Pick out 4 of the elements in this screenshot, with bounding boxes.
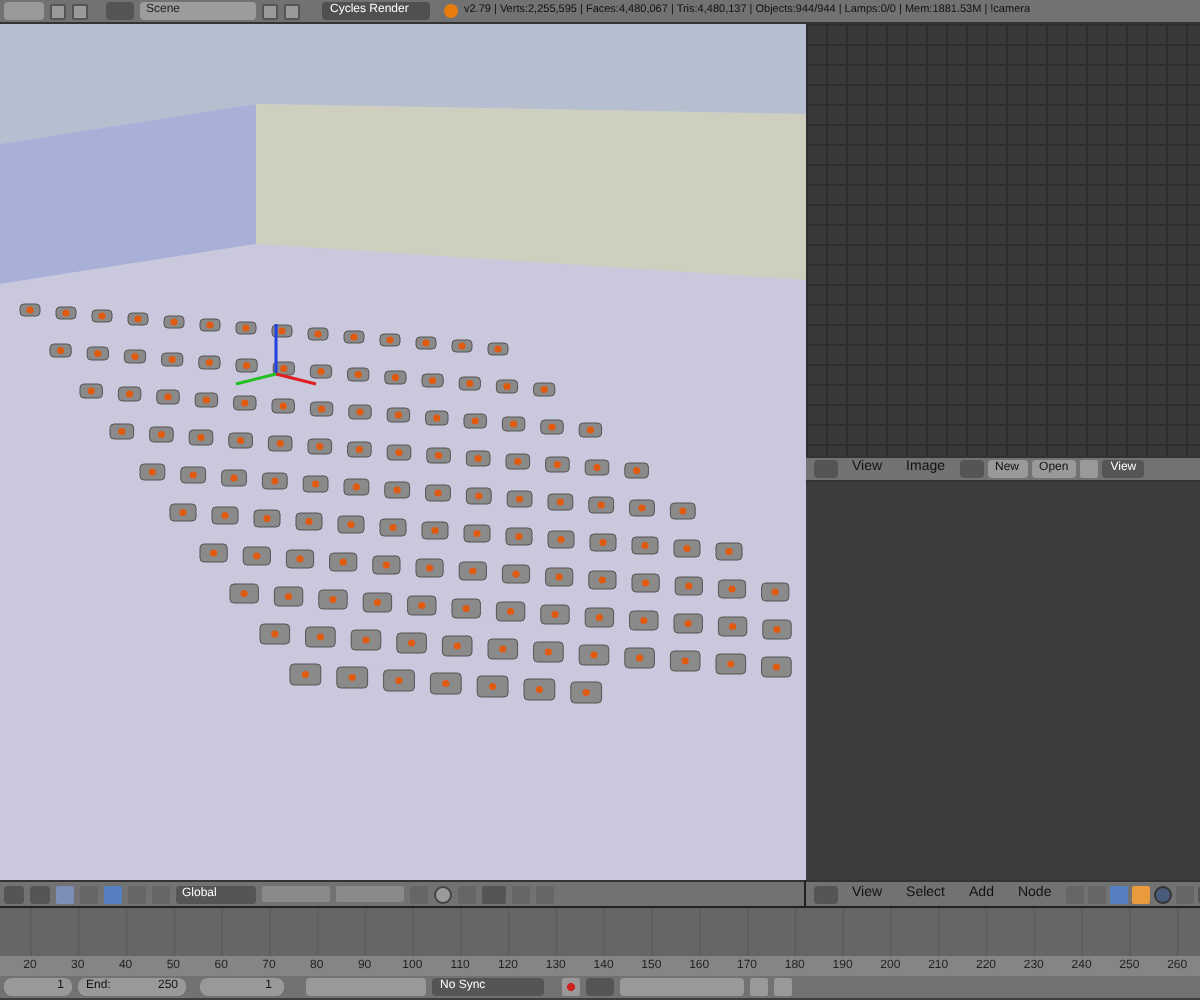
screen-layout-field[interactable] <box>4 2 44 20</box>
transform-gizmo-icon[interactable] <box>235 324 317 386</box>
keying-set-field[interactable] <box>620 978 744 996</box>
record-icon[interactable] <box>562 978 580 996</box>
